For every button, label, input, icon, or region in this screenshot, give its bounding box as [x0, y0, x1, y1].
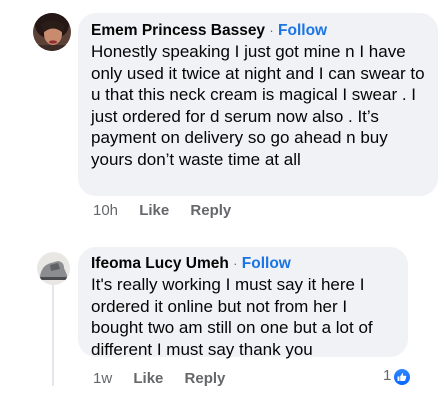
follow-button[interactable]: Follow [242, 255, 291, 272]
author-name[interactable]: Ifeoma Lucy Umeh [91, 255, 229, 272]
comment-actions: 1w Like Reply [93, 370, 242, 387]
separator-dot: · [269, 23, 274, 38]
reply-thread-line [52, 282, 54, 386]
author-line: Emem Princess Bassey · Follow [91, 21, 426, 41]
reply-button[interactable]: Reply [190, 202, 231, 219]
comment-timestamp[interactable]: 10h [93, 202, 118, 219]
like-button[interactable]: Like [139, 202, 169, 219]
separator-dot: · [233, 256, 238, 271]
reply-button[interactable]: Reply [185, 370, 226, 387]
follow-button[interactable]: Follow [278, 22, 327, 39]
comment-text: It's really working I must say it here I… [91, 275, 373, 359]
comment-bubble: Emem Princess Bassey · Follow Honestly s… [78, 13, 438, 196]
comment-text: Honestly speaking I just got mine n I ha… [91, 42, 425, 169]
comment-timestamp[interactable]: 1w [93, 370, 112, 387]
author-name[interactable]: Emem Princess Bassey [91, 22, 265, 39]
thumbs-up-icon[interactable] [392, 367, 412, 387]
avatar[interactable] [37, 252, 70, 285]
comment-bubble: Ifeoma Lucy Umeh · Follow It's really wo… [78, 247, 408, 359]
author-line: Ifeoma Lucy Umeh · Follow [91, 254, 396, 274]
comment-actions: 10h Like Reply [93, 202, 248, 219]
like-button[interactable]: Like [133, 370, 163, 387]
reaction-count[interactable]: 1 [383, 367, 391, 384]
avatar[interactable] [33, 13, 71, 51]
